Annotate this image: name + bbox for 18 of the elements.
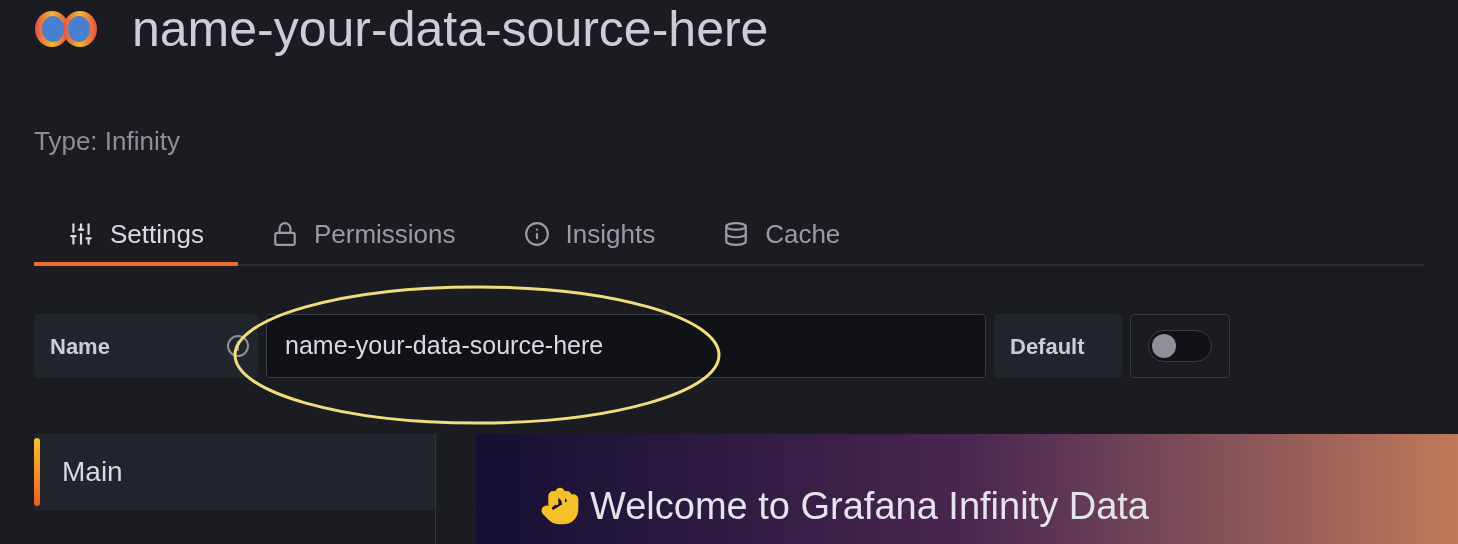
name-label-text: Name xyxy=(50,332,110,361)
info-icon[interactable] xyxy=(226,334,250,358)
tab[interactable]: Cache xyxy=(689,206,875,266)
page-title: name-your-data-source-here xyxy=(132,4,769,54)
tab[interactable]: Permissions xyxy=(237,206,490,266)
tab[interactable]: Insights xyxy=(489,206,690,266)
default-toggle[interactable] xyxy=(1148,330,1212,362)
database-icon xyxy=(723,221,750,247)
sliders-icon xyxy=(68,221,94,247)
info-icon xyxy=(523,221,550,247)
logo-icon xyxy=(34,9,98,49)
name-input[interactable]: name-your-data-source-here xyxy=(266,314,986,378)
sidebar-item[interactable]: Main xyxy=(34,434,435,510)
default-label: Default xyxy=(994,314,1122,378)
type-label: Type: Infinity xyxy=(34,128,180,154)
lock-icon xyxy=(271,221,298,247)
tab[interactable]: Settings xyxy=(34,206,238,266)
banner-heading: Welcome to Grafana Infinity Data xyxy=(590,487,1149,525)
